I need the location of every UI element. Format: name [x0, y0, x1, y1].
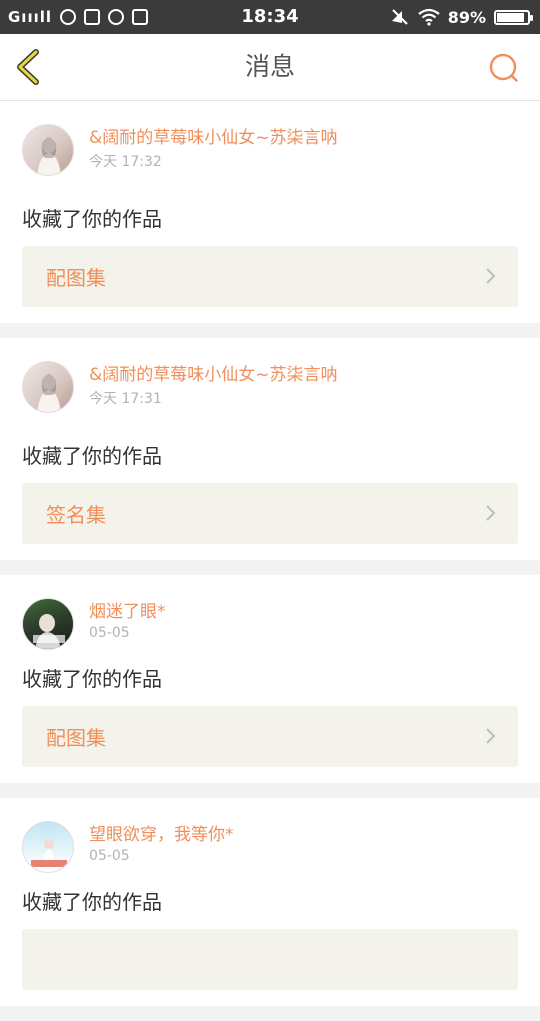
chevron-right-icon	[486, 728, 496, 744]
message-card: &阔耐的草莓味小仙女~苏柒言呐 今天 17:32 收藏了你的作品 配图集	[0, 101, 540, 323]
avatar[interactable]	[22, 821, 74, 873]
user-name[interactable]: 望眼欲穿，我等你*	[89, 821, 339, 846]
message-action: 收藏了你的作品	[22, 890, 162, 914]
search-icon[interactable]	[488, 52, 520, 84]
avatar[interactable]	[22, 598, 74, 650]
chevron-right-icon	[486, 268, 496, 284]
work-link[interactable]: 签名集	[22, 483, 518, 544]
message-action: 收藏了你的作品	[22, 444, 162, 468]
battery-icon	[494, 9, 533, 25]
user-name[interactable]: &阔耐的草莓味小仙女~苏柒言呐	[89, 361, 339, 386]
avatar-image	[33, 614, 65, 649]
message-time: 05-05	[89, 625, 130, 641]
message-action: 收藏了你的作品	[22, 667, 162, 691]
message-list: &阔耐的草莓味小仙女~苏柒言呐 今天 17:32 收藏了你的作品 配图集 &阔耐…	[0, 101, 540, 1021]
message-action: 收藏了你的作品	[22, 207, 162, 231]
message-time: 05-05	[89, 848, 130, 864]
avatar-image	[31, 839, 67, 867]
work-title: 配图集	[46, 266, 106, 290]
work-link[interactable]: 配图集	[22, 706, 518, 767]
battery-percent: 89%	[447, 7, 486, 27]
work-link[interactable]: 配图集	[22, 246, 518, 307]
message-time: 今天 17:31	[89, 391, 162, 407]
message-card: &阔耐的草莓味小仙女~苏柒言呐 今天 17:31 收藏了你的作品 签名集	[0, 338, 540, 560]
status-bar: Gıııll 18:34 89%	[0, 0, 540, 34]
avatar-image	[37, 137, 61, 175]
mute-icon	[391, 9, 408, 25]
status-icons-right: 89%	[390, 0, 533, 34]
message-card: 望眼欲穿，我等你* 05-05 收藏了你的作品	[0, 798, 540, 1006]
message-time: 今天 17:32	[89, 154, 162, 170]
avatar-image	[37, 374, 61, 412]
wifi-icon	[418, 8, 440, 26]
message-card: 烟迷了眼* 05-05 收藏了你的作品 配图集	[0, 575, 540, 783]
avatar[interactable]	[22, 124, 74, 176]
nav-bar: 消息	[0, 34, 540, 101]
user-name[interactable]: 烟迷了眼*	[89, 598, 339, 623]
chevron-right-icon	[486, 505, 496, 521]
work-title: 签名集	[46, 503, 106, 527]
user-name[interactable]: &阔耐的草莓味小仙女~苏柒言呐	[89, 124, 339, 149]
work-title: 配图集	[46, 726, 106, 750]
page-title: 消息	[244, 52, 295, 81]
avatar[interactable]	[22, 361, 74, 413]
